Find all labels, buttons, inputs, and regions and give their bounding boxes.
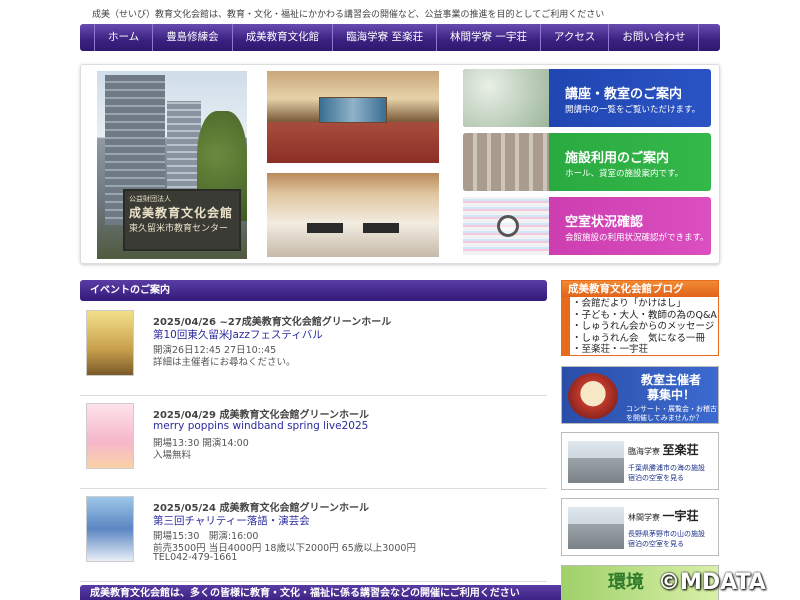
shirakaso-vacancy: 宿泊の空室を見る: [628, 474, 684, 482]
blog-stripe: [562, 297, 570, 355]
facility-thumb: [463, 133, 549, 191]
hall-stage: [319, 97, 387, 123]
event-title-link[interactable]: 第10回東久留米Jazzフェスティバル: [153, 327, 323, 342]
facility-link[interactable]: 施設利用のご案内 ホール、貸室の施設案内です。: [463, 133, 711, 191]
watermark: ©MDATA: [658, 570, 766, 595]
courses-thumb: [463, 69, 549, 127]
nav-culture-hall[interactable]: 成美教育文化館: [233, 24, 334, 51]
courses-title: 講座・教室のご案内: [565, 87, 683, 102]
nav-toshima[interactable]: 豊島修練会: [153, 24, 233, 51]
ichuso-desc: 長野県茅野市の山の施設: [628, 530, 705, 538]
hero-banner: 公益財団法人 成美教育文化会館 東久留米市教育センター 講座・教室のご案内 開講…: [80, 64, 720, 264]
blog-item[interactable]: ・至楽荘・一宇荘: [572, 344, 718, 356]
blog-item[interactable]: ・会館だより「かけはし」: [572, 298, 718, 310]
ichuso-prefix: 林間学寮: [628, 513, 660, 522]
gallery-bench: [363, 223, 399, 233]
shirakaso-thumb: [568, 441, 624, 483]
event-poster[interactable]: [86, 496, 134, 562]
nav-home[interactable]: ホーム: [94, 24, 154, 51]
vacancy-link[interactable]: 空室状況確認 会館施設の利用状況確認ができます。: [463, 197, 711, 255]
event-date: 2025/04/29 成美教育文化会館グリーンホール: [153, 410, 369, 421]
event-date: 2025/04/26 ~27成美教育文化会館グリーンホール: [153, 317, 392, 328]
events-header: イベントのご案内: [80, 280, 547, 301]
event-date: 2025/05/24 成美教育文化会館グリーンホール: [153, 503, 369, 514]
nav-contact[interactable]: お問い合わせ: [609, 24, 700, 51]
courses-link[interactable]: 講座・教室のご案内 開講中の一覧をご覧いただけます。: [463, 69, 711, 127]
facility-title: 施設利用のご案内: [565, 151, 670, 166]
vacancy-subtitle: 会館施設の利用状況確認ができます。: [565, 233, 709, 243]
blog-list: ・会館だより「かけはし」 ・子ども・大人・教師の為のQ&A ・しゅうれん会からの…: [562, 297, 718, 356]
shirakaso-banner[interactable]: 臨海学寮 至楽荘 千葉県勝浦市の海の施設 宿泊の空室を見る: [561, 432, 719, 490]
gallery-photo: [267, 173, 439, 257]
building-sign: 公益財団法人 成美教育文化会館 東久留米市教育センター: [123, 189, 241, 251]
ichuso-thumb: [568, 507, 624, 549]
sign-sub: 東久留米市教育センター: [129, 224, 229, 234]
nav-access[interactable]: アクセス: [541, 24, 610, 51]
event-poster[interactable]: [86, 310, 134, 376]
shirakaso-name: 至楽荘: [662, 443, 699, 457]
shirakaso-prefix: 臨海学寮: [628, 447, 660, 456]
event-title-link[interactable]: merry poppins windband spring live2025: [153, 420, 368, 432]
event-poster[interactable]: [86, 403, 134, 469]
vacancy-thumb: [463, 197, 549, 255]
courses-subtitle: 開講中の一覧をご覧いただけます。: [565, 105, 701, 115]
ichuso-banner[interactable]: 林間学寮 一宇荘 長野県茅野市の山の施設 宿泊の空室を見る: [561, 498, 719, 556]
event-detail: 詳細は主催者にお尋ねください。: [153, 357, 296, 368]
event-item: 2025/04/26 ~27成美教育文化会館グリーンホール 第10回東久留米Ja…: [80, 310, 547, 396]
ichuso-heading: 林間学寮 一宇荘: [628, 507, 699, 524]
event-item: 2025/05/24 成美教育文化会館グリーンホール 第三回チャリティー落語・演…: [80, 496, 547, 582]
recruit-thumb: [568, 373, 618, 419]
nav-shirakaso[interactable]: 臨海学寮 至楽荘: [333, 24, 438, 51]
ichuso-vacancy: 宿泊の空室を見る: [628, 540, 684, 548]
recruit-banner[interactable]: 教室主催者 募集中！ コンサート・展覧会・お稽古を開催してみませんか？: [561, 366, 719, 424]
recruit-subtitle: コンサート・展覧会・お稽古を開催してみませんか？: [626, 405, 717, 422]
sign-main: 成美教育文化会館: [129, 206, 234, 220]
hall-photo: [267, 71, 439, 163]
facility-subtitle: ホール、貸室の施設案内です。: [565, 169, 684, 179]
shirakaso-heading: 臨海学寮 至楽荘: [628, 441, 699, 458]
magnifier-icon: [497, 215, 519, 237]
building-photo: 公益財団法人 成美教育文化会館 東久留米市教育センター: [97, 71, 247, 259]
sign-small: 公益財団法人: [129, 195, 171, 203]
blog-title[interactable]: 成美教育文化会館ブログ: [562, 281, 718, 297]
ichuso-name: 一宇荘: [662, 509, 699, 523]
event-detail: TEL042-479-1661: [153, 552, 238, 563]
blog-item[interactable]: ・子ども・大人・教師の為のQ&A: [572, 310, 718, 322]
event-title-link[interactable]: 第三回チャリティー落語・演芸会: [153, 513, 310, 528]
recruit-title: 教室主催者 募集中！: [640, 373, 701, 402]
info-bar: 成美教育文化会館は、多くの皆様に教育・文化・福祉に係る講習会などの開催にご利用く…: [80, 585, 574, 600]
blog-item[interactable]: ・しゅうれん会 気になる一冊: [572, 333, 718, 345]
vacancy-title: 空室状況確認: [565, 215, 644, 230]
shirakaso-desc: 千葉県勝浦市の海の施設: [628, 464, 705, 472]
site-tagline: 成美（せいび）教育文化会館は、教育・文化・福祉にかかわる講習会の開催など、公益事…: [92, 10, 605, 20]
event-item: 2025/04/29 成美教育文化会館グリーンホール merry poppins…: [80, 403, 547, 489]
blog-box: 成美教育文化会館ブログ ・会館だより「かけはし」 ・子ども・大人・教師の為のQ&…: [561, 280, 719, 356]
event-detail: 入場無料: [153, 450, 192, 461]
main-nav: ホーム 豊島修練会 成美教育文化館 臨海学寮 至楽荘 林間学寮 一宇荘 アクセス…: [80, 24, 720, 51]
blog-item[interactable]: ・しゅうれん会からのメッセージ: [572, 321, 718, 333]
environment-text: 環境: [608, 572, 644, 593]
nav-ichuso[interactable]: 林間学寮 一宇荘: [437, 24, 541, 51]
gallery-bench: [307, 223, 343, 233]
